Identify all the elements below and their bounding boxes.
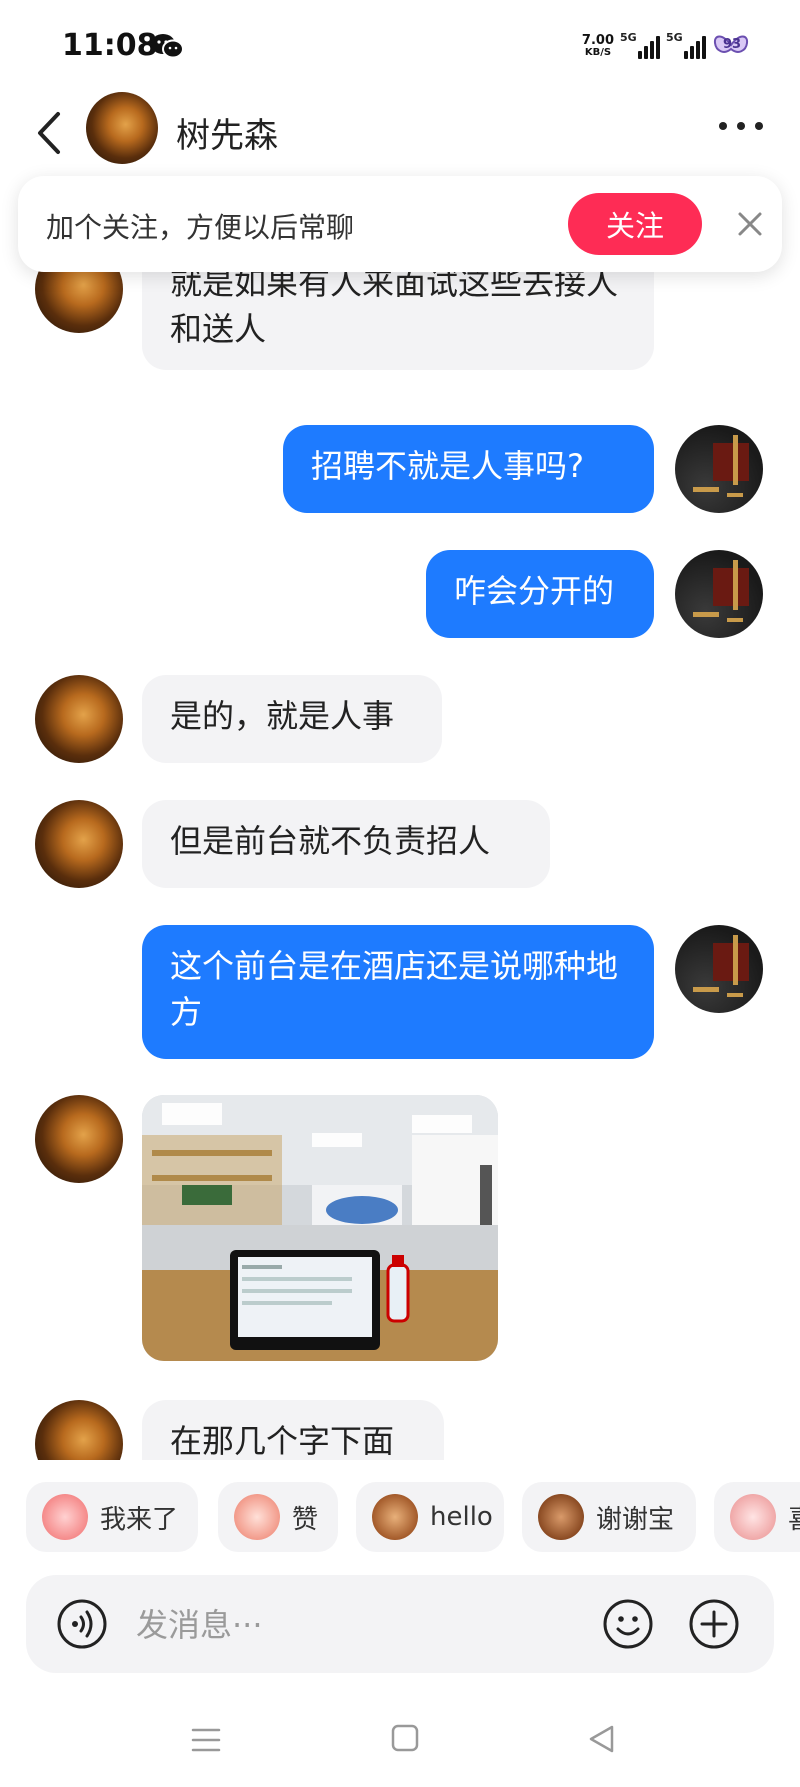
sticker-icon — [372, 1494, 418, 1540]
chat-header: 树先森 — [0, 90, 800, 186]
sticker-icon — [730, 1494, 776, 1540]
message-input[interactable] — [134, 1597, 518, 1653]
quick-reply-label: 谢谢宝 — [596, 1504, 675, 1535]
message-bubble-outgoing[interactable]: 这个前台是在酒店还是说哪种地方 — [142, 925, 654, 1059]
emoji-icon[interactable] — [602, 1598, 654, 1650]
quick-reply-bar[interactable]: 我来了 赞 hello 谢谢宝 喜 — [0, 1482, 800, 1558]
menu-icon[interactable] — [190, 1725, 222, 1755]
contact-avatar[interactable] — [35, 800, 123, 888]
home-icon[interactable] — [390, 1723, 420, 1753]
back-icon[interactable] — [30, 108, 70, 158]
signal-icon-2: 5G — [666, 31, 706, 59]
sticker-icon — [538, 1494, 584, 1540]
net-speed-value: 7.00 — [581, 33, 614, 48]
message-list[interactable]: 就是如果有人来面试这些去接人和送人 招聘不就是人事吗? 咋会分开的 是的，就是人… — [0, 240, 800, 1460]
quick-reply-label: 喜 — [788, 1499, 800, 1536]
quick-reply-chip[interactable]: 喜 — [714, 1482, 800, 1552]
office-photo-image — [142, 1095, 498, 1361]
my-avatar[interactable] — [675, 550, 763, 638]
quick-reply-chip[interactable]: hello — [356, 1482, 504, 1552]
quick-reply-label: 我来了 — [100, 1504, 179, 1535]
sticker-icon — [234, 1494, 280, 1540]
contact-name[interactable]: 树先森 — [176, 108, 278, 157]
system-nav-bar — [0, 1700, 800, 1787]
quick-reply-chip[interactable]: 我来了 — [26, 1482, 198, 1552]
follow-banner: 加个关注，方便以后常聊 关注 — [18, 176, 782, 272]
my-avatar[interactable] — [675, 425, 763, 513]
avatar-image — [693, 560, 749, 622]
follow-button[interactable]: 关注 — [568, 193, 702, 255]
quick-reply-label: hello — [430, 1502, 493, 1532]
my-avatar[interactable] — [675, 925, 763, 1013]
voice-icon[interactable] — [56, 1598, 108, 1650]
message-bubble-outgoing[interactable]: 招聘不就是人事吗? — [283, 425, 654, 513]
close-icon[interactable] — [734, 208, 766, 240]
wechat-icon — [151, 34, 184, 59]
follow-prompt-text: 加个关注，方便以后常聊 — [46, 211, 355, 244]
battery-level: 93 — [722, 37, 742, 52]
contact-avatar[interactable] — [35, 1095, 123, 1183]
contact-avatar[interactable] — [86, 92, 158, 164]
signal-2-label: 5G — [666, 31, 683, 44]
quick-reply-label: 赞 — [292, 1504, 319, 1535]
quick-reply-chip[interactable]: 谢谢宝 — [522, 1482, 696, 1552]
message-photo[interactable] — [142, 1095, 498, 1361]
avatar-image — [693, 435, 749, 497]
sticker-icon — [42, 1494, 88, 1540]
message-bubble-incoming[interactable]: 是的，就是人事 — [142, 675, 442, 763]
status-bar: 11:08 7.00 KB/S 5G 5G 93 — [0, 0, 800, 90]
contact-avatar[interactable] — [35, 675, 123, 763]
status-right: 7.00 KB/S 5G 5G 93 — [582, 28, 752, 64]
back-triangle-icon[interactable] — [586, 1723, 616, 1755]
signal-1-label: 5G — [620, 31, 637, 44]
net-speed-unit: KB/S — [584, 47, 612, 58]
net-speed: 7.00 KB/S — [582, 34, 614, 58]
input-bar — [26, 1575, 774, 1673]
message-bubble-outgoing[interactable]: 咋会分开的 — [426, 550, 654, 638]
status-time: 11:08 — [62, 28, 158, 63]
quick-reply-chip[interactable]: 赞 — [218, 1482, 338, 1552]
avatar-image — [693, 935, 749, 997]
signal-icon: 5G — [620, 31, 660, 59]
message-bubble-incoming[interactable]: 在那几个字下面 — [142, 1400, 444, 1460]
message-bubble-incoming[interactable]: 但是前台就不负责招人 — [142, 800, 550, 888]
plus-icon[interactable] — [688, 1598, 740, 1650]
battery-icon: 93 — [712, 31, 752, 61]
more-icon[interactable] — [718, 118, 764, 134]
contact-avatar[interactable] — [35, 1400, 123, 1460]
